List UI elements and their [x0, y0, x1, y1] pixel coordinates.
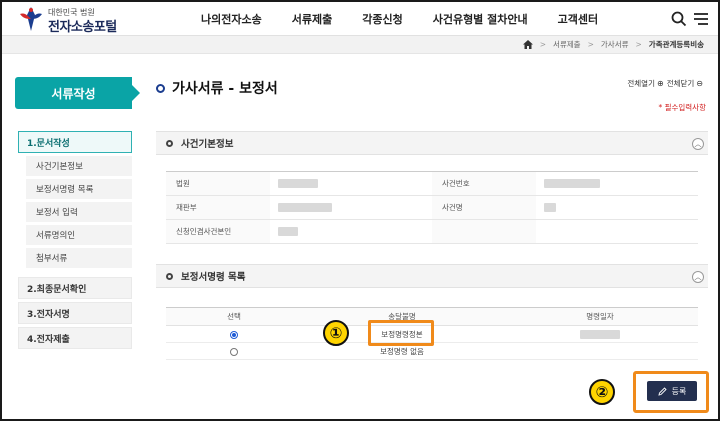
sidebar-title: 서류작성	[15, 77, 140, 109]
case-no-value	[536, 171, 698, 196]
sidebar-step-e-submit[interactable]: 4.전자제출	[18, 327, 132, 349]
chevron-up-icon[interactable]: ︿	[692, 271, 704, 283]
order-radio[interactable]	[230, 347, 238, 356]
expand-plus-icon[interactable]: ⊕	[657, 79, 664, 88]
search-icon[interactable]	[670, 10, 688, 28]
home-icon[interactable]	[522, 40, 533, 49]
column-header: 선택	[166, 307, 302, 326]
date-cell	[502, 325, 698, 343]
empty-cell	[536, 219, 698, 244]
sidebar-step-e-sign[interactable]: 3.전자서명	[18, 302, 132, 324]
hamburger-menu-icon[interactable]	[692, 10, 710, 28]
table-row: 재판부 사건명	[166, 195, 698, 220]
redacted-value	[278, 203, 332, 213]
order-radio-selected[interactable]	[230, 330, 238, 339]
pencil-icon	[658, 386, 667, 396]
sidebar-sub-document-holder[interactable]: 서류명의인	[26, 225, 132, 245]
section-title: 사건기본정보	[181, 139, 234, 150]
chevron-up-icon[interactable]: ︿	[692, 138, 704, 150]
case-name-value	[536, 195, 698, 220]
table-row: 신청인겸사건본인	[166, 219, 698, 244]
sidebar-steps: 1.문서작성 사건기본정보 보정서명령 목록 보정서 입력 서류명의인 첨부서류…	[18, 131, 132, 352]
applicant-value	[270, 219, 432, 244]
sidebar-sub-attachments[interactable]: 첨부서류	[26, 248, 132, 268]
nav-applications[interactable]: 각종신청	[362, 11, 402, 27]
table-row: 법원 사건번호	[166, 171, 698, 196]
date-cell	[502, 342, 698, 360]
chevron-right-icon: >	[587, 40, 594, 49]
required-field-note: * 필수입력사항	[658, 103, 706, 112]
redacted-value	[278, 227, 298, 237]
breadcrumb-item[interactable]: 가사서류	[601, 39, 629, 50]
section-case-info-header[interactable]: 사건기본정보 ︿	[156, 131, 708, 155]
step-badge-1: ①	[323, 320, 349, 346]
section-bullet-icon	[166, 272, 173, 280]
collapse-minus-icon[interactable]: ⊖	[696, 79, 703, 88]
section-order-list-header[interactable]: 보정서명령 목록 ︿	[156, 264, 708, 288]
register-button-label: 등록	[671, 386, 687, 396]
select-cell	[166, 342, 302, 360]
breadcrumb-bar: > 서류제출 > 가사서류 > 가족관계등록비송	[2, 36, 718, 54]
breadcrumb-current: 가족관계등록비송	[648, 40, 704, 49]
register-button[interactable]: 등록	[647, 381, 697, 401]
logo-title: 전자소송포털	[48, 20, 117, 35]
court-value	[270, 171, 432, 196]
court-label: 법원	[166, 171, 270, 196]
case-info-table: 법원 사건번호 재판부 사건명 신청인겸사건본인	[166, 171, 698, 244]
nav-customer-center[interactable]: 고객센터	[558, 11, 598, 27]
redacted-value	[580, 329, 620, 339]
sidebar-sub-correction-input[interactable]: 보정서 입력	[26, 202, 132, 222]
sidebar-sub-case-info[interactable]: 사건기본정보	[26, 156, 132, 176]
expand-collapse-links: 전체열기 ⊕ 전체닫기 ⊖	[627, 78, 706, 89]
breadcrumb-item[interactable]: 서류제출	[553, 39, 581, 50]
redacted-value	[544, 179, 600, 189]
section-title: 보정서명령 목록	[181, 272, 246, 283]
select-cell	[166, 325, 302, 343]
site-logo[interactable]: 대한민국 법원 전자소송포털	[18, 5, 168, 35]
sidebar-step-final-check[interactable]: 2.최종문서확인	[18, 277, 132, 299]
case-name-label: 사건명	[432, 195, 536, 220]
page-title-text: 가사서류 - 보정서	[172, 81, 278, 97]
global-nav: 나의전자소송 서류제출 각종신청 사건유형별 절차안내 고객센터	[188, 2, 598, 36]
division-label: 재판부	[166, 195, 270, 220]
nav-my-ecourt[interactable]: 나의전자소송	[201, 11, 262, 27]
collapse-all-link[interactable]: 전체닫기	[667, 78, 695, 89]
section-bullet-icon	[166, 139, 173, 147]
nav-procedure-guide[interactable]: 사건유형별 절차안내	[433, 11, 528, 27]
breadcrumb: > 서류제출 > 가사서류 > 가족관계등록비송	[522, 39, 704, 50]
title-bullet-icon	[156, 83, 165, 93]
applicant-label: 신청인겸사건본인	[166, 219, 270, 244]
expand-all-link[interactable]: 전체열기	[627, 78, 655, 89]
redacted-value	[278, 179, 318, 189]
chevron-right-icon: >	[635, 40, 642, 49]
case-no-label: 사건번호	[432, 171, 536, 196]
page-title: 가사서류 - 보정서	[156, 78, 278, 98]
redacted-value	[544, 203, 556, 213]
court-emblem-icon	[20, 7, 42, 31]
nav-document-submit[interactable]: 서류제출	[292, 11, 332, 27]
step-badge-2: ②	[589, 379, 615, 405]
sidebar-step-document-write[interactable]: 1.문서작성	[18, 131, 132, 153]
site-header: 대한민국 법원 전자소송포털 나의전자소송 서류제출 각종신청 사건유형별 절차…	[2, 2, 718, 36]
highlight-box-order	[368, 320, 434, 346]
sidebar-sub-order-list[interactable]: 보정서명령 목록	[26, 179, 132, 199]
empty-cell	[432, 219, 536, 244]
division-value	[270, 195, 432, 220]
column-header: 명령일자	[502, 307, 698, 326]
chevron-right-icon: >	[539, 40, 546, 49]
